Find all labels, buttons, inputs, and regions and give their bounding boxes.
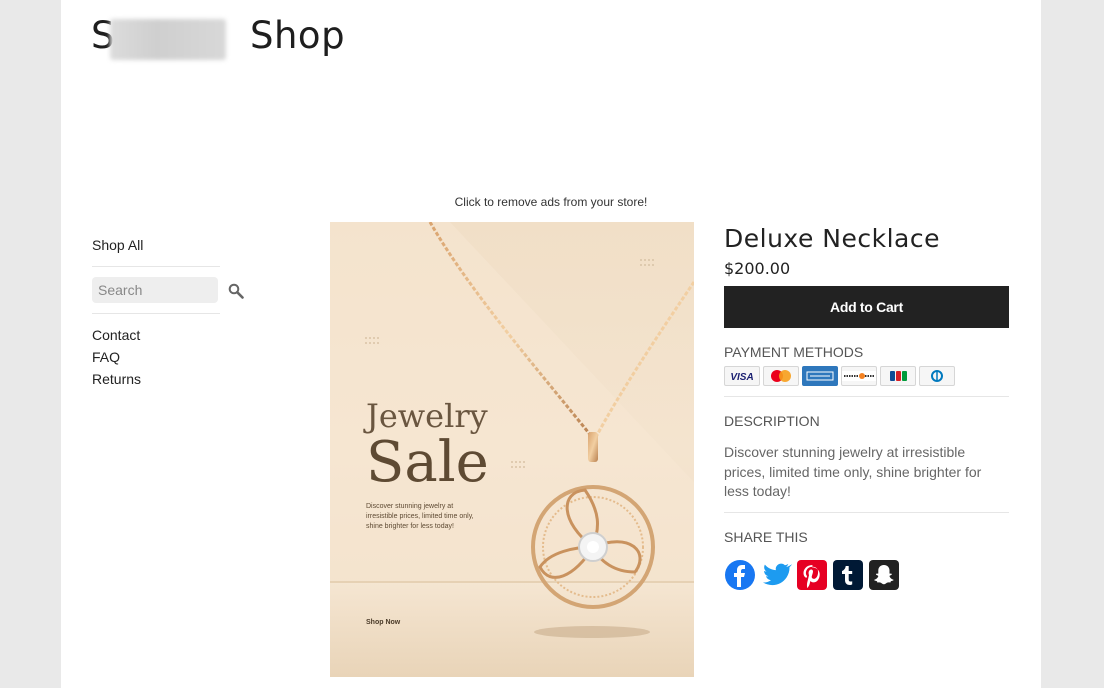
product-image[interactable]: Jewelry Sale Discover stunning jewelry a… bbox=[330, 222, 694, 677]
search-input[interactable] bbox=[92, 277, 218, 303]
twitter-icon[interactable] bbox=[760, 559, 792, 591]
discover-icon bbox=[841, 366, 877, 386]
product-title: Deluxe Necklace bbox=[724, 224, 940, 253]
visa-icon: VISA bbox=[724, 366, 760, 386]
amex-icon bbox=[802, 366, 838, 386]
add-to-cart-button[interactable]: Add to Cart bbox=[724, 286, 1009, 328]
payment-methods: VISA bbox=[724, 366, 1009, 386]
product-details: Deluxe Necklace $200.00 Add to Cart PAYM… bbox=[724, 222, 1009, 591]
ad-tagline: Discover stunning jewelry at irresistibl… bbox=[366, 503, 474, 530]
divider bbox=[724, 511, 1009, 513]
ad-shop-now: Shop Now bbox=[366, 619, 401, 626]
product-price: $200.00 bbox=[724, 259, 791, 278]
logo-suffix: Shop bbox=[250, 14, 346, 57]
divider bbox=[724, 396, 1009, 397]
divider bbox=[92, 313, 220, 314]
tumblr-icon[interactable] bbox=[832, 559, 864, 591]
sidebar-item-returns[interactable]: Returns bbox=[92, 368, 222, 390]
sidebar-item-faq[interactable]: FAQ bbox=[92, 346, 222, 368]
snapchat-icon[interactable] bbox=[868, 559, 900, 591]
sidebar-item-contact[interactable]: Contact bbox=[92, 324, 222, 346]
search-row bbox=[92, 277, 244, 303]
description-label: DESCRIPTION bbox=[724, 413, 820, 429]
share-label: SHARE THIS bbox=[724, 528, 808, 545]
sidebar-item-shop-all[interactable]: Shop All bbox=[92, 234, 222, 256]
product-description: Discover stunning jewelry at irresistibl… bbox=[724, 444, 982, 499]
payment-methods-label: PAYMENT METHODS bbox=[724, 344, 864, 360]
share-buttons bbox=[724, 559, 1009, 591]
search-icon[interactable] bbox=[228, 283, 244, 299]
divider bbox=[92, 266, 220, 267]
logo-redaction bbox=[110, 19, 226, 60]
pinterest-icon[interactable] bbox=[796, 559, 828, 591]
mastercard-icon bbox=[763, 366, 799, 386]
sidebar: Shop All Contact FAQ Returns bbox=[92, 234, 244, 390]
page: S Shop Click to remove ads from your stor… bbox=[61, 0, 1041, 688]
diners-icon bbox=[919, 366, 955, 386]
svg-text:VISA: VISA bbox=[730, 372, 753, 383]
jcb-icon bbox=[880, 366, 916, 386]
facebook-icon[interactable] bbox=[724, 559, 756, 591]
ad-headline-2: Sale bbox=[366, 430, 489, 495]
remove-ads-link[interactable]: Click to remove ads from your store! bbox=[61, 195, 1041, 209]
